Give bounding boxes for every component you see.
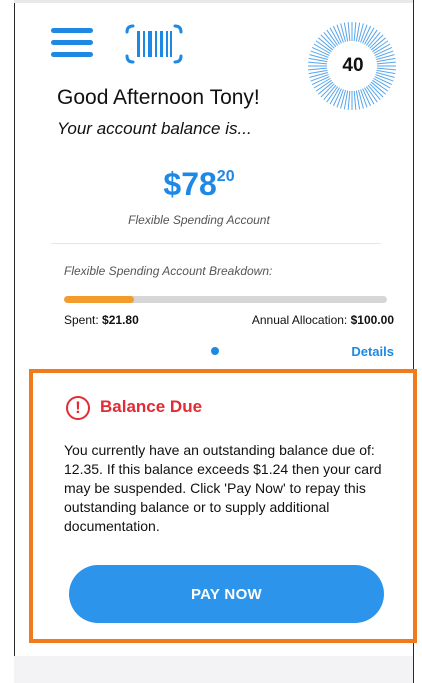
score-ring-tick: [308, 61, 328, 65]
account-name: Flexible Spending Account: [128, 213, 270, 227]
balance-intro-text: Your account balance is...: [57, 119, 252, 138]
alert-title: Balance Due: [100, 397, 203, 416]
section-divider: [51, 243, 381, 244]
pay-now-button[interactable]: PAY NOW: [69, 565, 384, 623]
breakdown-label: Flexible Spending Account Breakdown:: [64, 264, 273, 278]
barcode-icon[interactable]: [124, 20, 184, 68]
score-ring-tick: [353, 22, 357, 42]
hamburger-menu-icon[interactable]: [51, 28, 93, 58]
greeting-text: Good Afternoon Tony!: [57, 86, 260, 109]
score-ring-tick: [353, 90, 357, 110]
score-ring-tick: [308, 67, 328, 71]
alert-message: You currently have an outstanding balanc…: [64, 442, 382, 534]
allocation-label: Annual Allocation:: [251, 313, 348, 327]
balance-dollars: $78: [163, 166, 217, 202]
score-ring-tick: [347, 22, 351, 42]
balance-cents: 20: [216, 168, 235, 185]
allocation-value: $100.00: [350, 313, 394, 327]
allocation-summary: Annual Allocation: $100.00: [252, 313, 394, 327]
spending-progress-fill: [64, 296, 135, 303]
details-link[interactable]: Details: [351, 344, 394, 359]
screen-left-edge: [0, 0, 15, 683]
spent-value: $21.80: [102, 313, 139, 327]
spent-label: Spent:: [64, 313, 99, 327]
page-indicator-dot[interactable]: [211, 347, 219, 355]
score-ring-tick: [376, 67, 396, 71]
exclamation-circle-icon: !: [66, 396, 90, 420]
bottom-bar: [14, 656, 413, 683]
score-ring-tick: [376, 61, 396, 65]
score-value: 40: [331, 44, 375, 88]
spent-summary: Spent: $21.80: [64, 313, 139, 327]
spending-progress-bar: [64, 296, 387, 303]
balance-amount: $7820: [0, 166, 398, 203]
score-ring-tick: [347, 90, 351, 110]
